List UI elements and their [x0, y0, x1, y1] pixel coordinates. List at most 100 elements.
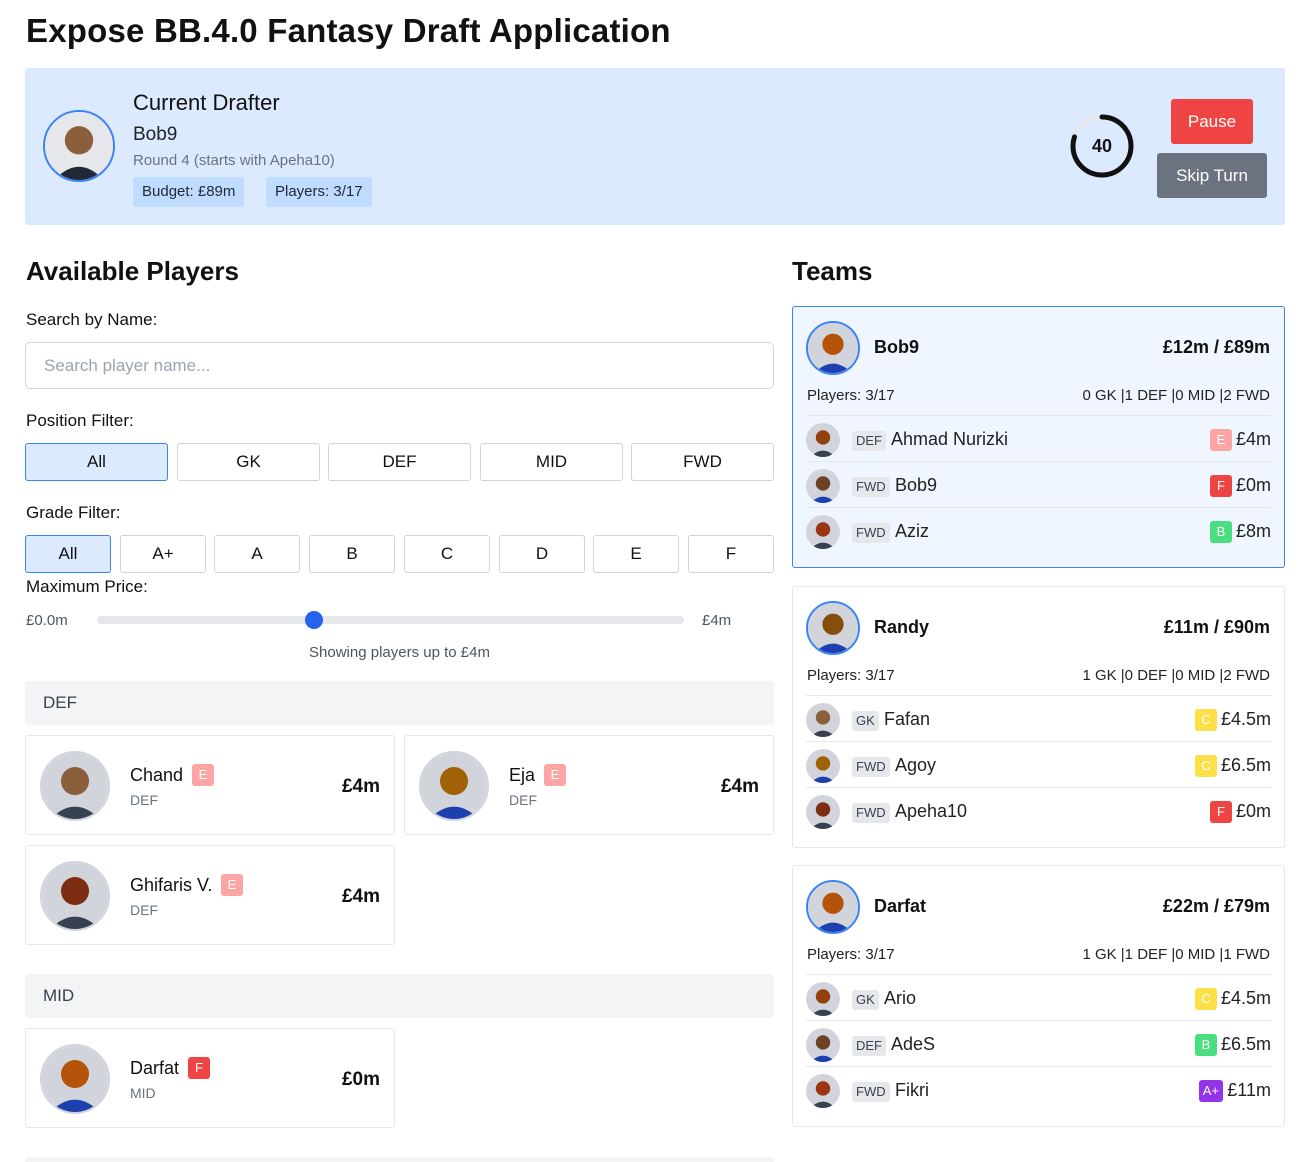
team-player-row: FWD Fikri A+ £11m	[806, 1066, 1271, 1112]
team-player-avatar	[806, 749, 840, 783]
team-card-bob9[interactable]: Bob9 £12m / £89m Players: 3/17 0 GK |1 DEF …	[792, 306, 1285, 568]
grade-filter-c[interactable]: C	[404, 535, 490, 573]
app-title: Expose BB.4.0 Fantasy Draft Application	[26, 12, 671, 49]
team-budget: £11m / £90m	[1163, 617, 1270, 637]
team-player-avatar	[806, 703, 840, 737]
player-price: £4m	[341, 776, 380, 797]
team-player-price: £6.5m	[1220, 1034, 1271, 1054]
team-player-row: DEF Ahmad Nurizki E £4m	[806, 415, 1271, 461]
player-avatar	[40, 861, 110, 931]
team-player-position-badge: FWD	[852, 477, 890, 497]
player-price: £0m	[341, 1069, 380, 1090]
team-budget: £12m / £89m	[1162, 337, 1270, 357]
team-player-position-badge: FWD	[852, 757, 890, 777]
team-name: Bob9	[874, 337, 919, 357]
players-badge: Players: 3/17	[266, 177, 372, 207]
available-players-title: Available Players	[26, 256, 239, 286]
pause-button[interactable]: Pause	[1171, 99, 1253, 144]
price-min-label: £0.0m	[26, 612, 68, 629]
teams-title: Teams	[792, 256, 873, 286]
team-position-breakdown: 1 GK |0 DEF |0 MID |2 FWD	[1082, 667, 1270, 684]
grade-filter-e[interactable]: E	[593, 535, 679, 573]
team-player-name: Ahmad Nurizki	[891, 429, 1009, 449]
position-filter-mid[interactable]: MID	[480, 443, 623, 481]
player-price: £4m	[720, 776, 759, 797]
team-player-name: Fafan	[884, 709, 931, 729]
position-filter-def[interactable]: DEF	[328, 443, 471, 481]
team-owner-avatar	[806, 321, 860, 375]
player-card[interactable]: Eja E DEF £4m	[404, 735, 774, 835]
team-player-price: £4m	[1235, 429, 1271, 449]
team-player-price: £0m	[1235, 801, 1271, 821]
team-player-position-badge: FWD	[852, 523, 890, 543]
player-card[interactable]: Darfat F MID £0m	[25, 1028, 395, 1128]
player-position: DEF	[130, 792, 158, 808]
price-slider-track[interactable]	[97, 616, 684, 624]
team-player-position-badge: GK	[852, 711, 879, 731]
player-name: Eja	[509, 765, 536, 785]
grade-filter-a[interactable]: A	[214, 535, 300, 573]
position-filter-gk[interactable]: GK	[177, 443, 320, 481]
player-card[interactable]: Chand E DEF £4m	[25, 735, 395, 835]
position-filter-label: Position Filter:	[26, 411, 134, 430]
player-position: DEF	[509, 792, 537, 808]
max-price-label: Maximum Price:	[26, 577, 148, 596]
team-player-position-badge: FWD	[852, 1082, 890, 1102]
price-slider-thumb[interactable]	[305, 611, 324, 629]
grade-filter-a-plus[interactable]: A+	[120, 535, 206, 573]
position-group-header-fwd: FWD	[25, 1157, 774, 1162]
team-player-position-badge: DEF	[852, 1036, 886, 1056]
team-player-avatar	[806, 795, 840, 829]
position-filter-fwd[interactable]: FWD	[631, 443, 774, 481]
player-name: Ghifaris V.	[130, 875, 213, 895]
player-grade-badge: E	[192, 764, 214, 786]
team-player-row: DEF AdeS B £6.5m	[806, 1020, 1271, 1066]
position-filter-all[interactable]: All	[25, 443, 168, 481]
team-player-count: Players: 3/17	[807, 387, 895, 404]
team-player-row: FWD Agoy C £6.5m	[806, 741, 1271, 787]
drafter-avatar	[43, 110, 115, 182]
team-player-avatar	[806, 1074, 840, 1108]
team-player-grade-badge: C	[1195, 755, 1217, 777]
team-player-price: £6.5m	[1220, 755, 1271, 775]
grade-filter-all[interactable]: All	[25, 535, 111, 573]
team-player-grade-badge: C	[1195, 709, 1217, 731]
grade-filter-b[interactable]: B	[309, 535, 395, 573]
team-player-name: Aziz	[895, 521, 930, 541]
search-input[interactable]	[25, 342, 774, 389]
team-player-grade-badge: F	[1210, 801, 1232, 823]
team-card-randy[interactable]: Randy £11m / £90m Players: 3/17 1 GK |0 DEF…	[792, 586, 1285, 848]
grade-filter-d[interactable]: D	[499, 535, 585, 573]
turn-timer-seconds: 40	[1091, 136, 1113, 156]
team-player-count: Players: 3/17	[807, 667, 895, 684]
team-player-avatar	[806, 1028, 840, 1062]
team-player-row: FWD Aziz B £8m	[806, 507, 1271, 553]
player-name: Darfat	[130, 1058, 180, 1078]
player-price: £4m	[341, 886, 380, 907]
team-player-row: GK Ario C £4.5m	[806, 974, 1271, 1020]
team-player-position-badge: GK	[852, 990, 879, 1010]
team-player-count: Players: 3/17	[807, 946, 895, 963]
player-card[interactable]: Ghifaris V. E DEF £4m	[25, 845, 395, 945]
player-position: DEF	[130, 902, 158, 918]
current-drafter-panel: Current Drafter Bob9 Round 4 (starts wit…	[25, 68, 1285, 225]
team-player-name: Ario	[884, 988, 917, 1008]
team-position-breakdown: 1 GK |1 DEF |0 MID |1 FWD	[1082, 946, 1270, 963]
player-grade-badge: E	[544, 764, 566, 786]
team-player-grade-badge: B	[1195, 1034, 1217, 1056]
team-player-name: Fikri	[895, 1080, 929, 1100]
team-player-grade-badge: B	[1210, 521, 1232, 543]
team-card-darfat[interactable]: Darfat £22m / £79m Players: 3/17 1 GK |1 DE…	[792, 865, 1285, 1127]
budget-badge: Budget: £89m	[133, 177, 245, 207]
player-avatar	[40, 1044, 110, 1114]
team-player-price: £11m	[1227, 1080, 1271, 1100]
position-group-header-def: DEF	[25, 681, 774, 725]
grade-filter-f[interactable]: F	[688, 535, 774, 573]
team-player-price: £4.5m	[1220, 988, 1271, 1008]
player-position: MID	[130, 1085, 156, 1101]
team-name: Darfat	[874, 896, 927, 916]
price-max-label: £4m	[702, 612, 732, 629]
team-player-row: FWD Apeha10 F £0m	[806, 787, 1271, 833]
team-player-grade-badge: A+	[1198, 1080, 1223, 1102]
skip-turn-button[interactable]: Skip Turn	[1157, 153, 1267, 198]
